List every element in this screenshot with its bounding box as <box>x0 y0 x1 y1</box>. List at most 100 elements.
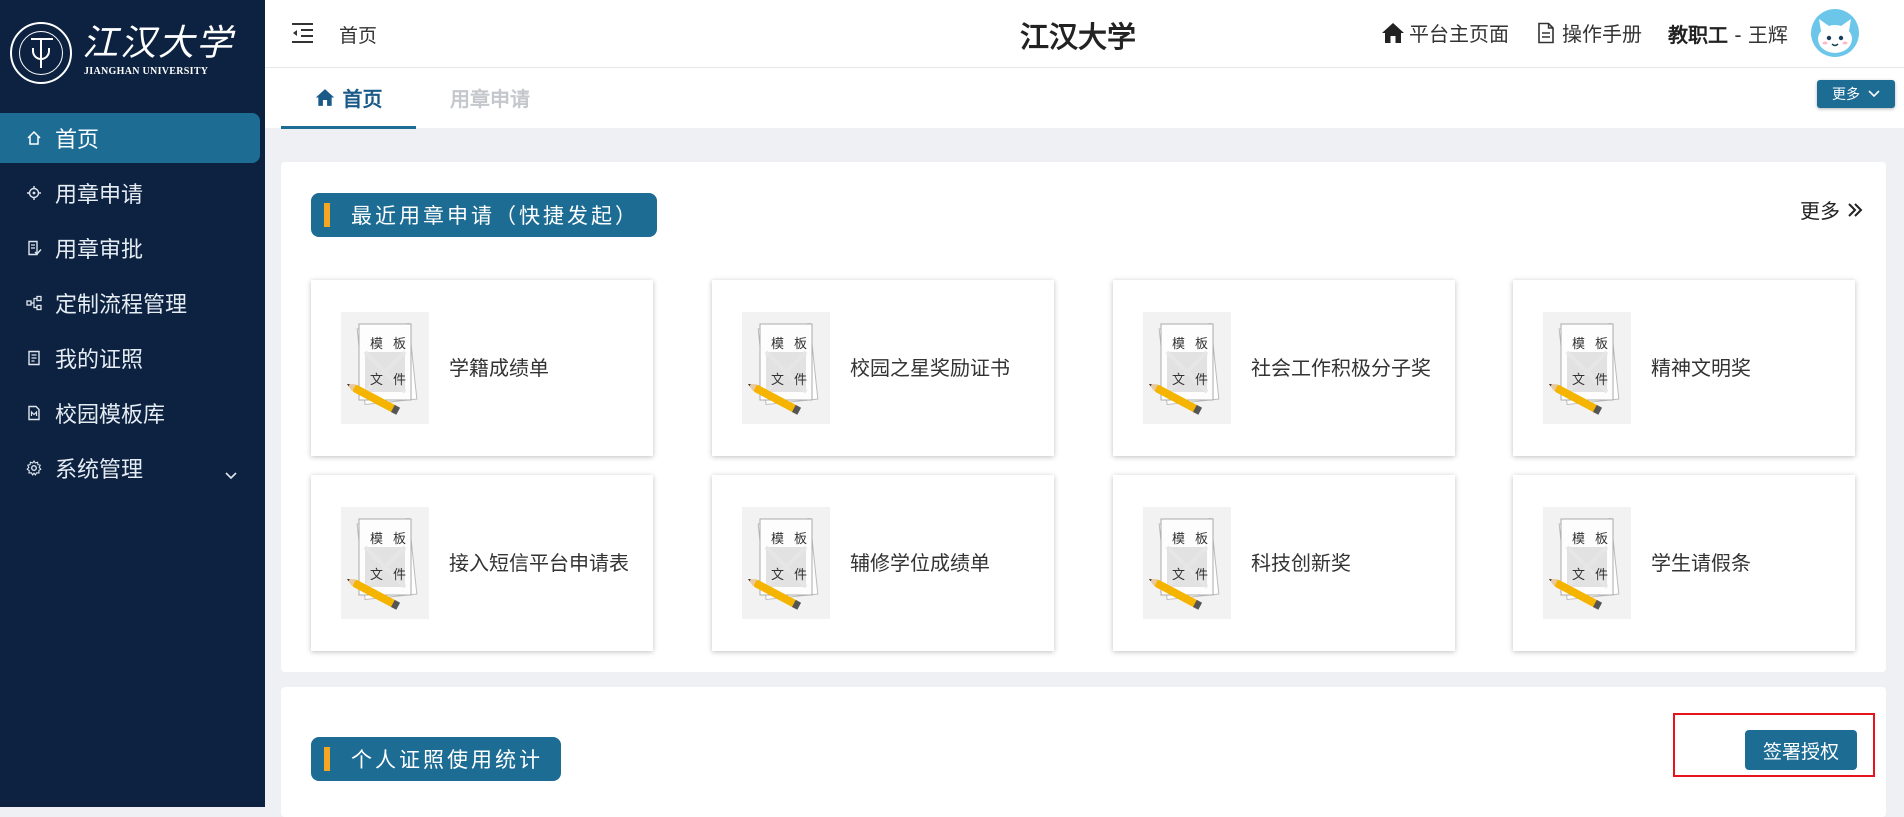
svg-text:件: 件 <box>393 568 406 583</box>
svg-text:文: 文 <box>370 373 383 388</box>
user-separator: - <box>1728 23 1748 47</box>
chevron-down-icon <box>1868 90 1880 98</box>
sidebar-item-label: 用章申请 <box>55 183 144 208</box>
template-card-label: 学生请假条 <box>1651 551 1751 575</box>
svg-text:件: 件 <box>794 568 807 583</box>
double-chevron-right-icon <box>1848 202 1863 217</box>
logo-english-name: JIANGHAN UNIVERSITY <box>84 66 209 77</box>
template-card[interactable]: 模板文件学籍成绩单 <box>311 280 653 456</box>
avatar[interactable] <box>1811 9 1859 57</box>
template-file-icon: 模板文件 <box>1543 507 1631 619</box>
svg-text:件: 件 <box>393 373 406 388</box>
sidebar-item-my-certificates[interactable]: 我的证照 <box>0 333 265 383</box>
svg-text:板: 板 <box>794 532 807 547</box>
template-file-icon: 模板文件 <box>742 312 830 424</box>
sidebar-item-flow-management[interactable]: 定制流程管理 <box>0 278 265 328</box>
template-card-label: 精神文明奖 <box>1651 356 1751 380</box>
svg-text:板: 板 <box>794 337 807 352</box>
sidebar-item-seal-apply[interactable]: 用章申请 <box>0 168 265 218</box>
svg-text:板: 板 <box>393 337 406 352</box>
target-icon <box>24 183 44 203</box>
svg-text:模: 模 <box>370 337 383 352</box>
sidebar-nav: 首页 用章申请 用章审批 定制流程管理 我的证照 校园模板库 系统管理 <box>0 113 265 498</box>
tabs-more-button[interactable]: 更多 <box>1817 80 1895 108</box>
template-file-icon: 模板文件 <box>341 312 429 424</box>
svg-text:模: 模 <box>771 337 784 352</box>
university-seal-icon <box>10 22 72 84</box>
template-file-icon: 模板文件 <box>341 507 429 619</box>
sidebar-item-label: 首页 <box>55 128 100 153</box>
svg-text:件: 件 <box>1195 373 1208 388</box>
sidebar-item-home[interactable]: 首页 <box>0 113 260 163</box>
template-card[interactable]: 模板文件精神文明奖 <box>1513 280 1855 456</box>
template-card[interactable]: 模板文件接入短信平台申请表 <box>311 475 653 651</box>
template-file-icon: 模板文件 <box>742 507 830 619</box>
user-manual-label: 操作手册 <box>1562 22 1642 46</box>
sidebar-item-label: 我的证照 <box>55 348 144 373</box>
template-card-label: 科技创新奖 <box>1251 551 1351 575</box>
svg-text:板: 板 <box>1195 337 1208 352</box>
template-card[interactable]: 模板文件 社会工作积极分子奖 <box>1113 280 1455 456</box>
user-info[interactable]: 教职工 - 王辉 <box>1668 19 1788 48</box>
platform-home-label: 平台主页面 <box>1409 22 1509 46</box>
template-card-label: 社会工作积极分子奖 <box>1251 356 1431 380</box>
svg-text:文: 文 <box>1172 373 1185 388</box>
user-manual-link[interactable]: 操作手册 <box>1537 18 1642 47</box>
menu-collapse-icon[interactable] <box>291 22 315 44</box>
doc-check-icon <box>24 238 44 258</box>
sidebar: 江汉大学 JIANGHAN UNIVERSITY 首页 用章申请 用章审批 定制… <box>0 0 265 807</box>
template-card-label: 校园之星奖励证书 <box>850 356 1010 380</box>
template-card[interactable]: 模板文件校园之星奖励证书 <box>712 280 1054 456</box>
svg-text:文: 文 <box>370 568 383 583</box>
svg-text:模: 模 <box>1172 337 1185 352</box>
template-icon <box>24 403 44 423</box>
gear-icon <box>24 458 44 478</box>
svg-text:模: 模 <box>771 532 784 547</box>
tab-label: 首页 <box>342 86 383 111</box>
chevron-down-icon <box>225 461 237 486</box>
svg-text:模: 模 <box>1172 532 1185 547</box>
sidebar-item-seal-approval[interactable]: 用章审批 <box>0 223 265 273</box>
user-role: 教职工 <box>1668 23 1728 47</box>
svg-text:件: 件 <box>1595 568 1608 583</box>
sidebar-item-label: 系统管理 <box>55 458 144 483</box>
tabs-more-label: 更多 <box>1832 87 1860 103</box>
svg-text:件: 件 <box>1195 568 1208 583</box>
template-card-label: 辅修学位成绩单 <box>850 551 990 575</box>
logo-chinese-name: 江汉大学 <box>82 23 235 64</box>
page-title: 江汉大学 <box>1020 20 1137 54</box>
svg-text:板: 板 <box>1195 532 1208 547</box>
template-card[interactable]: 模板文件辅修学位成绩单 <box>712 475 1054 651</box>
svg-text:文: 文 <box>1572 373 1585 388</box>
university-logo[interactable]: 江汉大学 JIANGHAN UNIVERSITY <box>10 18 255 88</box>
certificate-stats-title: 个人证照使用统计 <box>311 737 561 781</box>
top-bar: 首页 江汉大学 平台主页面 操作手册 教职工 - 王辉 <box>265 0 1904 68</box>
home-filled-icon <box>315 88 334 106</box>
svg-text:件: 件 <box>794 373 807 388</box>
tab-seal-apply[interactable]: 用章申请 <box>450 68 530 126</box>
svg-text:模: 模 <box>370 532 383 547</box>
platform-home-link[interactable]: 平台主页面 <box>1381 18 1509 47</box>
certificate-stats-panel: 个人证照使用统计 <box>281 687 1886 817</box>
template-file-icon: 模板文件 <box>1143 507 1231 619</box>
recent-more-link[interactable]: 更多 <box>1800 195 1864 224</box>
svg-text:文: 文 <box>771 373 784 388</box>
svg-text:件: 件 <box>1595 373 1608 388</box>
svg-text:板: 板 <box>1595 337 1608 352</box>
svg-text:板: 板 <box>393 532 406 547</box>
tab-home[interactable]: 首页 <box>281 68 416 129</box>
certificate-icon <box>24 348 44 368</box>
breadcrumb[interactable]: 首页 <box>339 21 377 48</box>
template-card[interactable]: 模板文件学生请假条 <box>1513 475 1855 651</box>
highlight-box <box>1673 713 1875 777</box>
recent-more-label: 更多 <box>1800 199 1840 223</box>
home-icon <box>24 128 44 148</box>
template-card[interactable]: 模板文件科技创新奖 <box>1113 475 1455 651</box>
svg-text:板: 板 <box>1595 532 1608 547</box>
sidebar-item-template-library[interactable]: 校园模板库 <box>0 388 265 438</box>
recent-applications-title: 最近用章申请（快捷发起） <box>311 193 657 237</box>
tab-label: 用章申请 <box>450 86 530 111</box>
tab-bar: 首页 用章申请 <box>265 68 1904 129</box>
svg-text:模: 模 <box>1572 532 1585 547</box>
sidebar-item-system-management[interactable]: 系统管理 <box>0 443 265 493</box>
